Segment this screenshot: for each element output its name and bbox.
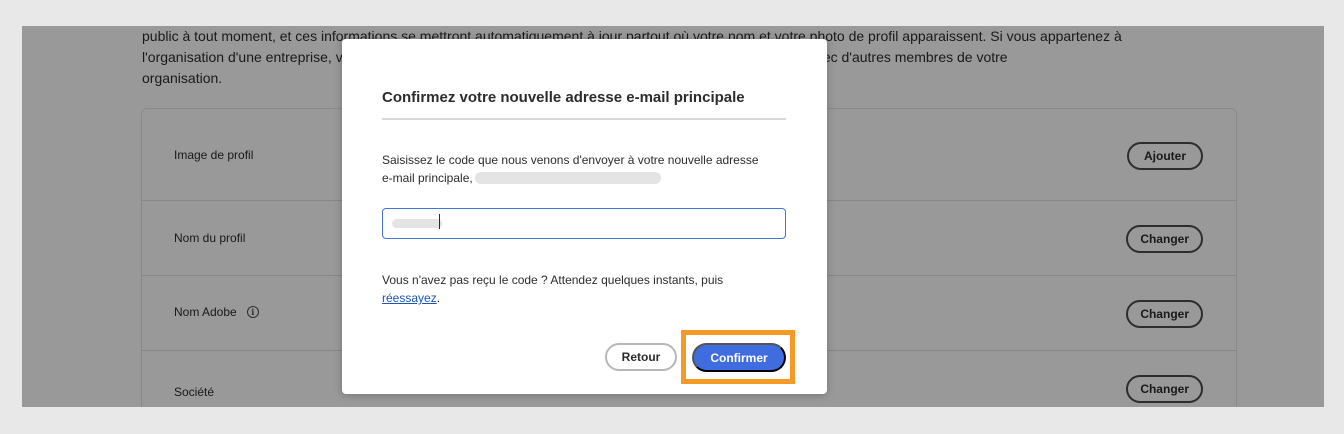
resend-help-text: Vous n'avez pas reçu le code ? Attendez … <box>382 271 786 307</box>
retry-suffix: . <box>436 291 441 305</box>
text-caret <box>439 214 440 229</box>
verification-code-input[interactable] <box>382 208 786 239</box>
redacted-code-value <box>392 219 442 228</box>
instructions-line: Saisissez le code que nous venons d'envo… <box>382 153 759 167</box>
dialog-instructions: Saisissez le code que nous venons d'envo… <box>382 151 786 187</box>
confirm-button[interactable]: Confirmer <box>692 343 786 372</box>
dialog-divider <box>382 118 786 120</box>
instructions-text: e-mail principale, <box>382 171 473 185</box>
instructions-line: e-mail principale, <box>382 169 786 187</box>
confirm-email-dialog: Confirmez votre nouvelle adresse e-mail … <box>342 39 827 394</box>
redacted-email <box>474 172 661 184</box>
back-button[interactable]: Retour <box>605 343 677 371</box>
browser-viewport: public à tout moment, et ces information… <box>22 26 1324 407</box>
dialog-title: Confirmez votre nouvelle adresse e-mail … <box>382 89 745 106</box>
retry-link[interactable]: réessayez <box>382 291 437 305</box>
help-text: Vous n'avez pas reçu le code ? Attendez … <box>382 273 724 287</box>
